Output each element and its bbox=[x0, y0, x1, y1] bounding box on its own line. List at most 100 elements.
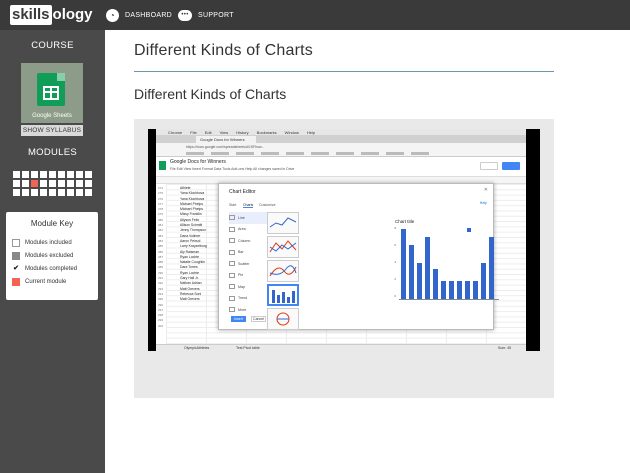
chart-type-item: Map bbox=[229, 281, 269, 293]
chart-editor-title: Chart Editor bbox=[229, 189, 256, 195]
chart-bar bbox=[417, 263, 422, 299]
module-cell[interactable] bbox=[48, 179, 57, 188]
sheets-logo-icon bbox=[159, 161, 166, 170]
module-cell[interactable] bbox=[75, 179, 84, 188]
chart-type-icon bbox=[229, 272, 235, 278]
module-cell[interactable] bbox=[39, 179, 48, 188]
module-cell[interactable] bbox=[12, 170, 21, 179]
chart-type-label: Column bbox=[238, 238, 251, 243]
nav-support-label: SUPPORT bbox=[198, 11, 234, 19]
module-cell[interactable] bbox=[75, 188, 84, 197]
share-button bbox=[502, 162, 520, 170]
chart-preview-title: Chart title bbox=[395, 219, 415, 224]
chat-bubble-icon: ••• bbox=[178, 9, 192, 21]
module-cell[interactable] bbox=[12, 179, 21, 188]
module-cell[interactable] bbox=[66, 179, 75, 188]
module-cell[interactable] bbox=[66, 170, 75, 179]
course-card[interactable]: Google Sheets bbox=[21, 63, 83, 123]
doc-title: Google Docs for Winners bbox=[170, 159, 226, 165]
module-cell[interactable] bbox=[39, 170, 48, 179]
module-cell[interactable] bbox=[84, 179, 93, 188]
course-heading: COURSE bbox=[31, 40, 74, 51]
chart-type-label: Area bbox=[238, 227, 246, 232]
athlete-cell: Larry Krayzelburg bbox=[180, 244, 207, 249]
mac-menu-item: Edit bbox=[204, 129, 212, 135]
chart-type-item: Area bbox=[229, 224, 269, 236]
chart-type-item: More bbox=[229, 304, 269, 316]
show-syllabus-button[interactable]: SHOW SYLLABUS bbox=[21, 125, 83, 136]
sidebar: COURSE Google Sheets SHOW SYLLABUS MODUL… bbox=[0, 30, 105, 473]
mac-menu-item: View bbox=[219, 129, 229, 135]
video-player[interactable]: Chrome File Edit View History Bookmarks … bbox=[148, 129, 540, 351]
module-cell[interactable] bbox=[48, 170, 57, 179]
nav-support[interactable]: ••• SUPPORT bbox=[178, 0, 234, 30]
module-cell[interactable] bbox=[21, 188, 30, 197]
chart-editor-dialog: Chart Editor ✕ Help Start Charts Customi… bbox=[218, 183, 499, 332]
thumb-line-smooth bbox=[267, 260, 299, 282]
module-cell[interactable] bbox=[30, 170, 39, 179]
module-cell[interactable] bbox=[66, 188, 75, 197]
module-cell[interactable] bbox=[30, 188, 39, 197]
module-cell[interactable] bbox=[57, 170, 66, 179]
video-frame: Chrome File Edit View History Bookmarks … bbox=[156, 129, 526, 351]
course-name: Google Sheets bbox=[32, 113, 72, 119]
excluded-swatch bbox=[12, 252, 20, 260]
chart-type-icon bbox=[229, 284, 235, 290]
chart-preview: Chart title 8 6 4 2 0 bbox=[315, 219, 499, 315]
insert-button: Insert bbox=[231, 316, 246, 322]
comments-button bbox=[480, 162, 498, 170]
module-cell-current[interactable] bbox=[30, 179, 39, 188]
chart-type-label: Scatter bbox=[238, 261, 250, 266]
module-cell[interactable] bbox=[84, 170, 93, 179]
chart-bar bbox=[473, 281, 478, 299]
module-cell[interactable] bbox=[57, 179, 66, 188]
key-label: Modules included bbox=[25, 240, 72, 246]
module-cell[interactable] bbox=[21, 179, 30, 188]
module-cell[interactable] bbox=[21, 170, 30, 179]
y-tick-label: 0 bbox=[394, 294, 396, 298]
key-label: Modules completed bbox=[25, 266, 78, 272]
y-tick-label: 4 bbox=[394, 260, 396, 264]
top-bar: skills ology ◔ DASHBOARD ••• SUPPORT bbox=[0, 0, 630, 30]
module-cell[interactable] bbox=[48, 188, 57, 197]
module-cell[interactable] bbox=[75, 170, 84, 179]
thumb-line-multi bbox=[267, 236, 299, 258]
module-key: Module Key Modules included Modules excl… bbox=[6, 212, 98, 300]
editor-tab-customize: Customize bbox=[259, 203, 276, 207]
module-cell[interactable] bbox=[12, 188, 21, 197]
chart-type-icon bbox=[229, 307, 235, 313]
chart-type-label: Trend bbox=[238, 296, 248, 301]
thumb-column-selected bbox=[267, 284, 299, 306]
mac-menu-item: Bookmarks bbox=[256, 129, 277, 135]
module-cell[interactable] bbox=[57, 188, 66, 197]
url-bar: https://docs.google.com/spreadsheets/d/1… bbox=[156, 143, 526, 151]
module-cell[interactable] bbox=[39, 188, 48, 197]
chart-type-label: More bbox=[238, 307, 247, 312]
chart-thumbnails bbox=[267, 212, 301, 332]
chart-type-item: Bar bbox=[229, 247, 269, 259]
chart-bar bbox=[481, 263, 486, 299]
sheet-tabs-bar: OlympicAthletes Test Pivot table Sum: 45 bbox=[156, 344, 526, 351]
docs-header: Google Docs for Winners File Edit View I… bbox=[156, 157, 526, 177]
nav-dashboard[interactable]: ◔ DASHBOARD bbox=[106, 0, 172, 30]
chart-type-label: Line bbox=[238, 215, 245, 220]
included-swatch bbox=[12, 239, 20, 247]
mac-menu-item: File bbox=[190, 129, 197, 135]
module-key-title: Module Key bbox=[30, 219, 74, 228]
mac-menu-item: Help bbox=[306, 129, 316, 135]
nav-dashboard-label: DASHBOARD bbox=[125, 11, 173, 19]
chart-type-list: Line Area Column Bar Scatter Pie Map Trend More bbox=[229, 212, 269, 316]
google-sheets-icon bbox=[37, 73, 65, 106]
skillsology-logo[interactable]: skills ology bbox=[10, 4, 93, 26]
chart-type-label: Bar bbox=[238, 250, 244, 255]
logo-skills-text: skills bbox=[10, 5, 52, 25]
cancel-button: Cancel bbox=[251, 316, 266, 322]
athlete-cell: Matt Grevers bbox=[180, 297, 200, 302]
browser-tab-bar: Google Docs for Winners bbox=[156, 135, 526, 143]
module-grid bbox=[12, 170, 93, 197]
key-item-completed: ✔ Modules completed bbox=[12, 265, 77, 273]
module-cell[interactable] bbox=[84, 188, 93, 197]
chart-bar bbox=[401, 229, 406, 299]
chart-bar bbox=[409, 245, 414, 299]
chart-type-icon bbox=[229, 238, 235, 244]
